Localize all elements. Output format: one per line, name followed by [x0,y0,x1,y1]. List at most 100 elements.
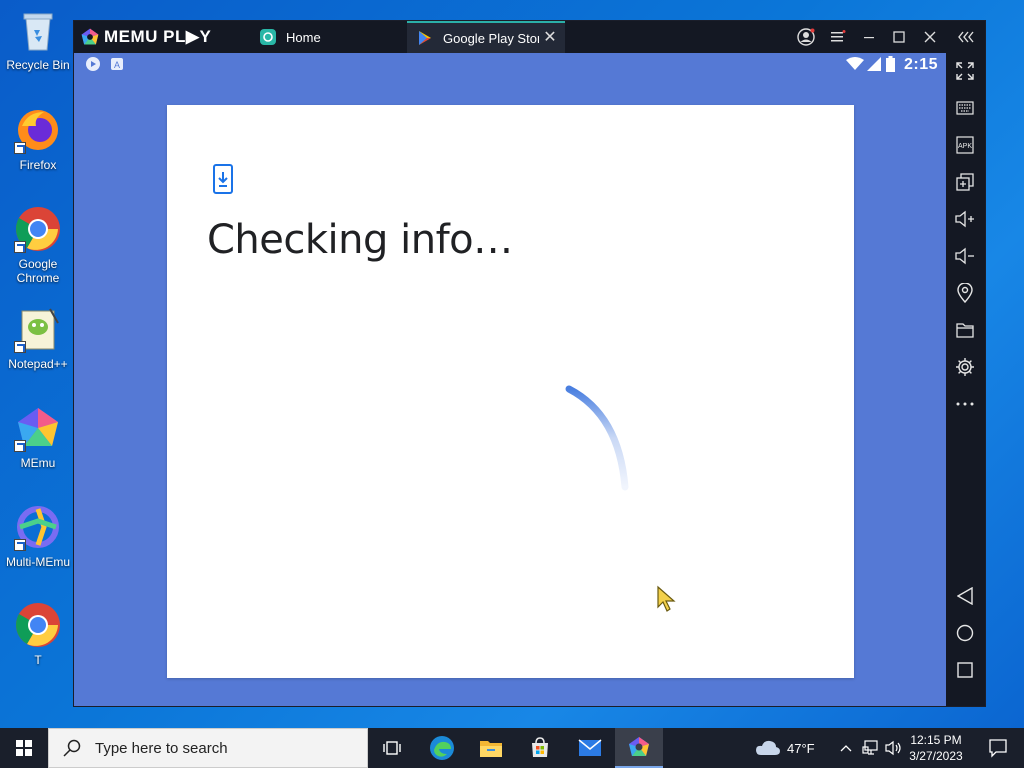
shortcut-arrow-icon [14,539,26,551]
keyboard-icon[interactable] [954,97,976,119]
svg-text:A: A [114,60,120,70]
desktop-icon-t[interactable]: T [2,601,74,667]
loading-spinner [565,385,629,491]
shortcut-arrow-icon [14,142,26,154]
close-window-icon[interactable] [915,21,945,53]
shortcut-arrow-icon [14,341,26,353]
windows-icon [16,740,32,756]
desktop-icon-label: T [34,653,42,667]
weather-temp: 47°F [787,740,815,756]
edge-icon [430,736,454,760]
desktop-icon-memu[interactable]: MEmu [2,404,74,470]
memu-logo: MEMU PL▶Y [80,26,211,48]
mouse-cursor-icon [657,585,676,612]
shortcut-arrow-icon [14,440,26,452]
account-icon[interactable] [791,21,821,53]
apk-text: APK [958,143,972,150]
desktop-icon-label: Recycle Bin [6,58,70,72]
minimize-icon[interactable] [854,21,884,53]
tab-google-play-store[interactable]: Google Play Store ✕ [407,21,565,53]
task-view-button[interactable] [368,728,416,768]
tab-label: Google Play Store [443,30,539,46]
android-clock: 2:15 [903,56,938,73]
start-button[interactable] [0,728,48,768]
store-icon [532,737,548,757]
search-icon [63,739,81,757]
desktop-icon-label: Notepad++ [8,357,68,371]
wifi-icon [846,57,864,70]
android-status-bar: A 2:15 [74,53,946,77]
phone-download-icon [213,164,233,194]
desktop-icon-label: MEmu [20,456,56,470]
mail-button[interactable] [566,728,614,768]
location-icon[interactable] [954,282,976,304]
clock-date: 3/27/2023 [909,749,963,763]
play-notification-icon [86,57,100,71]
firefox-icon [14,106,62,154]
volume-icon[interactable] [885,728,903,768]
taskbar-clock[interactable]: 12:15 PM 3/27/2023 [906,732,966,764]
shortcut-arrow-icon [14,241,26,253]
brand-text: MEMU PL▶Y [104,27,212,46]
search-placeholder: Type here to search [95,739,228,757]
back-icon[interactable] [954,585,976,607]
network-icon[interactable] [862,728,880,768]
taskbar: Type here to search 47°F 12:15 PM 3/27/2… [0,728,1024,768]
memu-taskbar-button[interactable] [615,728,663,768]
battery-icon [886,56,895,72]
memu-window: MEMU PL▶Y Home Google Play Store ✕ A 2:1… [73,20,986,707]
edge-button[interactable] [418,728,466,768]
recents-icon[interactable] [954,659,976,681]
weather-widget[interactable]: 47°F [755,728,815,768]
chrome-icon [14,205,62,253]
desktop-icon-recycle-bin[interactable]: Recycle Bin [2,6,74,72]
more-icon[interactable] [954,393,976,415]
notification-center-icon[interactable] [988,738,1008,758]
close-tab-icon[interactable]: ✕ [543,30,557,46]
memu-icon [629,737,649,756]
file-explorer-button[interactable] [467,728,515,768]
volume-down-icon[interactable] [954,245,976,267]
desktop-icon-label: Google Chrome [16,257,60,285]
desktop-icon-chrome[interactable]: Google Chrome [2,205,74,285]
file-explorer-icon [480,741,502,757]
desktop-icon-multi-memu[interactable]: Multi-MEmu [2,503,74,569]
a-notification-icon: A [111,58,123,70]
task-view-icon [383,741,401,755]
title-bar: MEMU PL▶Y Home Google Play Store ✕ [74,21,985,53]
tab-home[interactable]: Home [258,21,408,53]
show-hidden-icons[interactable] [840,728,852,768]
desktop-icon-label: Multi-MEmu [5,555,70,569]
desktop-icon-firefox[interactable]: Firefox [2,106,74,172]
apk-icon[interactable]: APK [954,134,976,156]
home-icon[interactable] [954,622,976,644]
desktop-icon-label: Firefox [19,158,57,172]
folder-icon[interactable] [954,319,976,341]
tab-label: Home [286,29,321,45]
cloud-icon [756,740,780,755]
volume-up-icon[interactable] [954,208,976,230]
desktop-icon-notepadpp[interactable]: Notepad++ [2,305,74,371]
settings-icon[interactable] [954,356,976,378]
maximize-icon[interactable] [884,21,914,53]
chevron-up-icon [840,745,852,752]
clock-time: 12:15 PM [910,733,962,747]
menu-icon[interactable] [823,21,853,53]
checking-info-dialog: Checking info… [167,105,854,678]
memu-icon [14,404,62,452]
fullscreen-icon[interactable] [954,60,976,82]
android-screen: A 2:15 Checking info… [74,53,946,706]
signal-icon [867,57,881,71]
dialog-title: Checking info… [207,217,513,263]
mail-icon [578,739,602,756]
memu-gem-icon [81,28,99,45]
taskbar-search[interactable]: Type here to search [48,728,368,768]
notepadpp-icon [14,305,62,353]
multi-window-icon[interactable] [954,171,976,193]
collapse-sidebar-icon[interactable] [951,21,981,53]
recycle-bin-icon [14,6,62,54]
store-button[interactable] [516,728,564,768]
play-store-icon [419,31,431,45]
emulator-toolbar: APK [946,53,985,706]
multi-memu-icon [14,503,62,551]
